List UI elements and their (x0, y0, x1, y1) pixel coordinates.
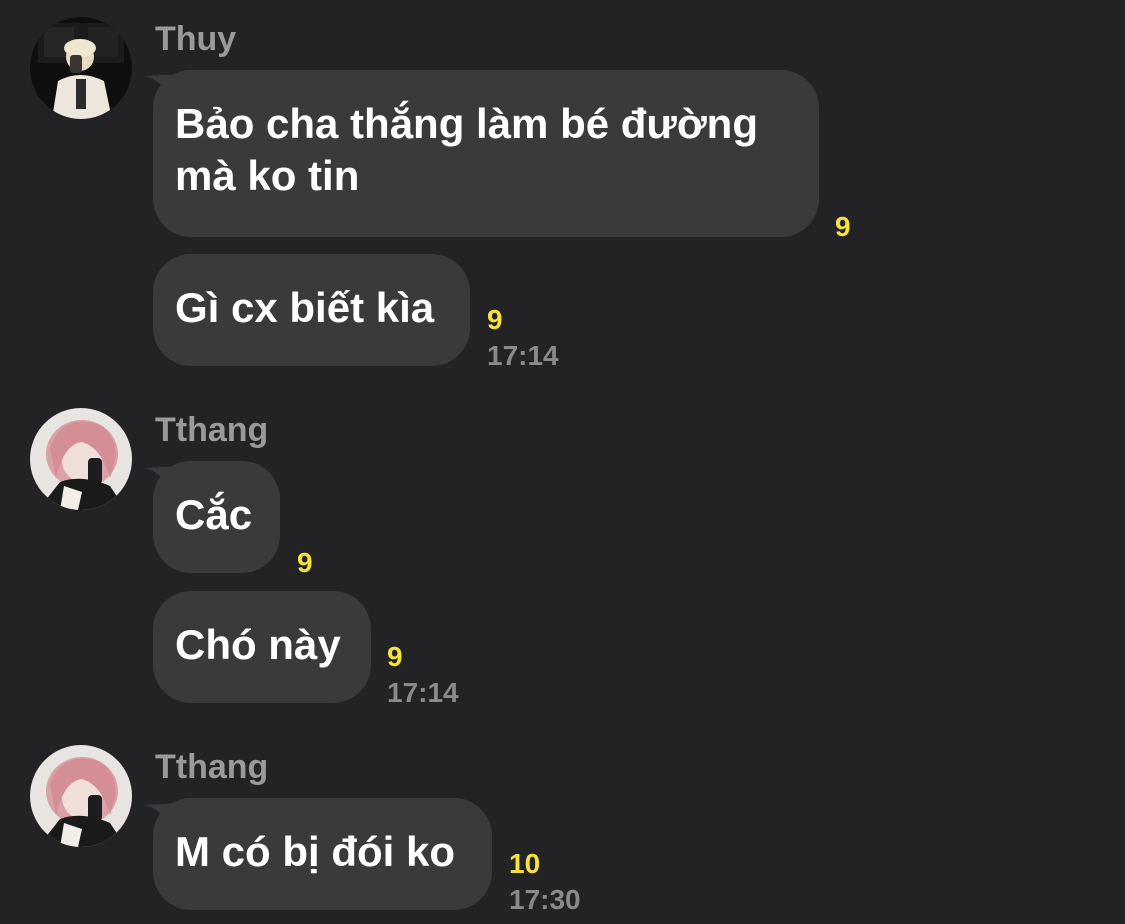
avatar-tthang-icon[interactable] (30, 745, 132, 847)
message-bubble[interactable]: Gì cx biết kìa (153, 254, 470, 366)
message-timestamp: 17:30 (509, 884, 581, 915)
message-badge: 9 (387, 641, 403, 672)
message-timestamp: 17:14 (487, 340, 559, 371)
message-bubble[interactable]: Bảo cha thắng làm bé đường mà ko tin (153, 70, 819, 237)
chat-thread: Thuy Bảo cha thắng làm bé đường mà ko ti… (0, 0, 1125, 924)
message-bubble[interactable]: M có bị đói ko (153, 798, 492, 910)
message-badge: 9 (835, 211, 851, 242)
message-badge: 10 (509, 848, 541, 879)
message-bubble[interactable]: Cắc (153, 461, 280, 573)
sender-name: Thuy (155, 20, 237, 58)
avatar-tthang-icon[interactable] (30, 408, 132, 510)
message-bubble[interactable]: Chó này (153, 591, 371, 703)
sender-name: Tthang (155, 748, 269, 786)
avatar-thuy-icon[interactable] (30, 17, 132, 119)
message-badge: 9 (297, 547, 313, 578)
message-badge: 9 (487, 304, 503, 335)
sender-name: Tthang (155, 411, 269, 449)
message-timestamp: 17:14 (387, 677, 459, 708)
